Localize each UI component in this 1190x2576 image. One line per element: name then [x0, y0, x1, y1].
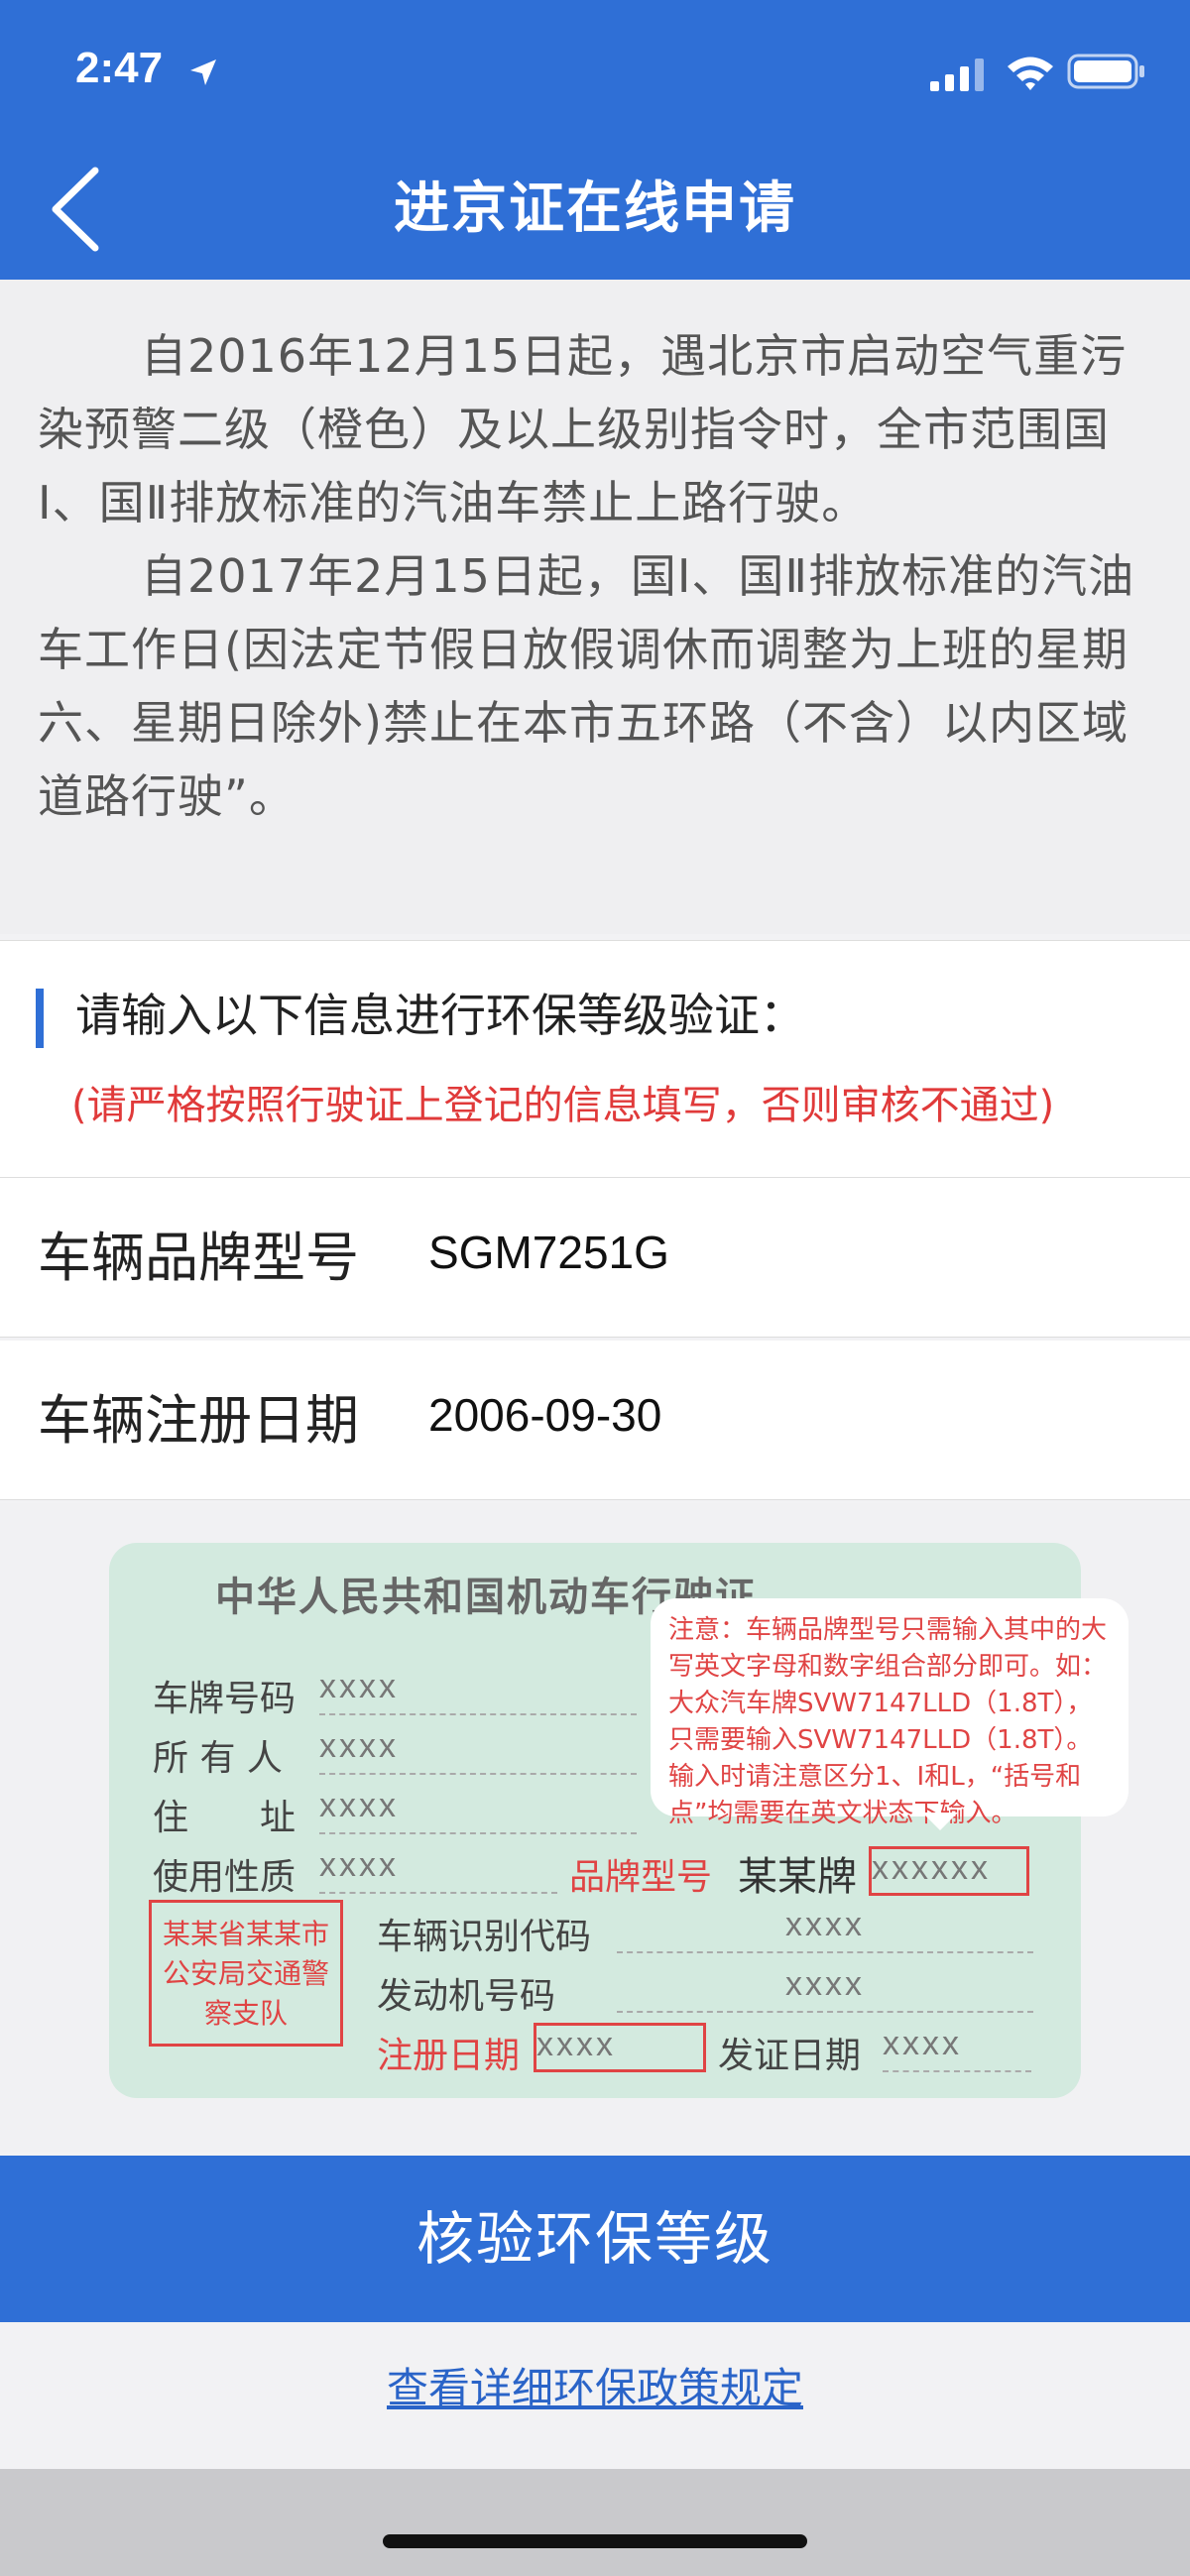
- verification-section-header: 请输入以下信息进行环保等级验证： (请严格按照行驶证上登记的信息填写，否则审核不…: [0, 940, 1190, 1178]
- card-brand-prefix: 某某牌: [738, 1854, 857, 1900]
- registration-date-input[interactable]: 2006-09-30: [428, 1380, 661, 1450]
- card-address-value: xxxx: [319, 1787, 637, 1834]
- brand-model-label: 车辆品牌型号: [38, 1227, 359, 1289]
- card-usage-value: xxxx: [319, 1846, 557, 1894]
- card-owner-label: 所 有 人: [153, 1738, 283, 1779]
- card-brand-value-highlight: xxxxxx: [869, 1846, 1029, 1896]
- battery-icon: [1067, 54, 1144, 89]
- location-arrow-icon: [190, 59, 216, 85]
- police-stamp: 某某省某某市公安局交通警察支队: [149, 1900, 343, 2047]
- registration-date-row[interactable]: 车辆注册日期 2006-09-30: [0, 1341, 1190, 1500]
- section-accent-bar: [36, 989, 44, 1048]
- card-address-label: 住 址: [153, 1798, 297, 1838]
- brand-model-input[interactable]: SGM7251G: [428, 1218, 669, 1287]
- card-reg-date-highlight: xxxx: [534, 2023, 706, 2072]
- home-indicator[interactable]: [383, 2534, 807, 2548]
- notice-paragraph: 自2017年2月15日起，国Ⅰ、国Ⅱ排放标准的汽油车工作日(因法定节假日放假调休…: [38, 549, 1135, 823]
- section-title: 请输入以下信息进行环保等级验证：: [75, 989, 805, 1042]
- card-plate-label: 车牌号码: [153, 1679, 297, 1719]
- status-time: 2:47: [75, 44, 164, 92]
- license-sample-area: 中华人民共和国机动车行驶证 车牌号码 xxxx 所 有 人 xxxx 住 址 x…: [0, 1503, 1190, 2152]
- card-vin-value: xxxx: [617, 1906, 1033, 1953]
- policy-notice: 自2016年12月15日起，遇北京市启动空气重污染预警二级（橙色）及以上级别指令…: [0, 280, 1190, 934]
- page-title: 进京证在线申请: [394, 176, 796, 241]
- section-warning: (请严格按照行驶证上登记的信息填写，否则审核不通过): [71, 1083, 1055, 1128]
- card-reg-date-label: 注册日期: [377, 2036, 521, 2076]
- status-bar: 2:47: [0, 0, 1190, 149]
- brand-model-row[interactable]: 车辆品牌型号 SGM7251G: [0, 1178, 1190, 1338]
- card-vin-label: 车辆识别代码: [377, 1917, 592, 1957]
- verify-emission-button[interactable]: 核验环保等级: [0, 2156, 1190, 2322]
- card-engine-label: 发动机号码: [377, 1976, 556, 2017]
- signal-icon: [930, 59, 984, 91]
- card-engine-value: xxxx: [617, 1965, 1033, 2013]
- card-brand-label: 品牌型号: [569, 1857, 713, 1898]
- registration-date-label: 车辆注册日期: [38, 1389, 359, 1452]
- bottom-bar: [0, 2469, 1190, 2576]
- card-issue-date-value: xxxx: [883, 2025, 1031, 2072]
- brand-model-tooltip: 注意：车辆品牌型号只需输入其中的大写英文字母和数字组合部分即可。如：大众汽车牌S…: [651, 1598, 1129, 1828]
- card-issue-date-label: 发证日期: [718, 2036, 862, 2076]
- wifi-icon: [1008, 57, 1053, 90]
- card-owner-value: xxxx: [319, 1727, 637, 1775]
- policy-details-link[interactable]: 查看详细环保政策规定: [0, 2354, 1190, 2423]
- card-usage-label: 使用性质: [153, 1857, 297, 1898]
- notice-paragraph: 自2016年12月15日起，遇北京市启动空气重污染预警二级（橙色）及以上级别指令…: [38, 329, 1128, 529]
- app-header: 2:47 进京证在线申请: [0, 0, 1190, 280]
- card-plate-value: xxxx: [319, 1668, 637, 1715]
- tooltip-arrow: [922, 1813, 958, 1830]
